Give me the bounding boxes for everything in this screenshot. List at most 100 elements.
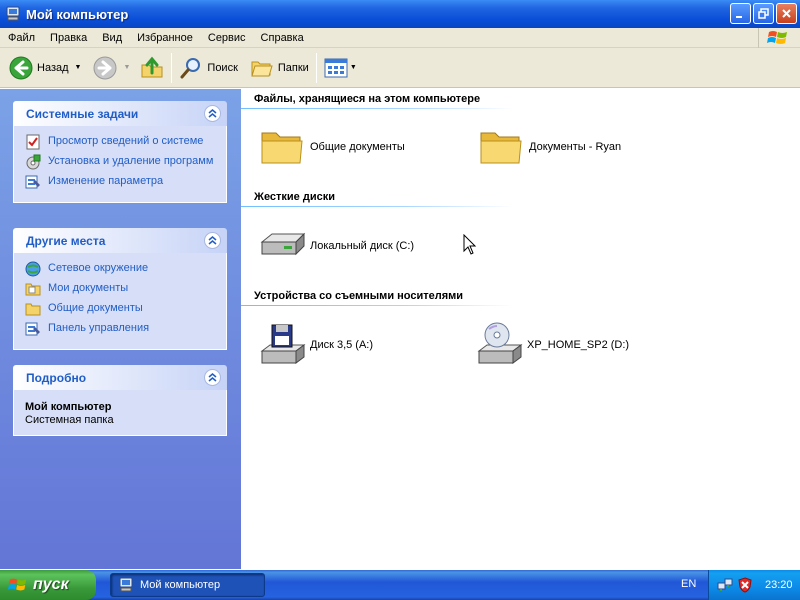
views-dropdown-icon[interactable]: ▼ <box>350 64 357 71</box>
menu-view[interactable]: Вид <box>94 32 129 44</box>
item-documents-ryan[interactable]: Документы - Ryan <box>477 123 621 171</box>
item-label: XP_HOME_SP2 (D:) <box>527 339 630 351</box>
system-tasks-title: Системные задачи <box>26 106 139 121</box>
folders-icon <box>251 61 273 76</box>
item-label: Документы - Ryan <box>529 141 622 153</box>
group-title-removable: Устройства со съемными носителями <box>254 290 464 302</box>
back-dropdown-icon[interactable]: ▼ <box>75 64 82 71</box>
system-tasks-panel: Системные задачи Просмотр сведений о сис… <box>13 101 227 203</box>
place-network[interactable]: Сетевое окружение <box>25 261 226 281</box>
other-places-body: Сетевое окружение Мои документы Общие до… <box>13 253 227 350</box>
other-places-title: Другие места <box>26 233 106 248</box>
collapse-chevron-icon[interactable] <box>204 369 221 386</box>
folder-icon <box>261 132 303 164</box>
title-bar[interactable]: Мой компьютер <box>0 0 800 28</box>
menu-favorites[interactable]: Избранное <box>129 32 200 44</box>
toolbar: Назад ▼ ▼ Поиск Папки ▼ <box>0 48 800 88</box>
system-tasks-header[interactable]: Системные задачи <box>13 101 227 126</box>
menu-edit[interactable]: Правка <box>42 32 94 44</box>
my-computer-icon <box>6 6 20 21</box>
security-shield-icon[interactable] <box>737 577 753 593</box>
floppy-drive-icon <box>260 324 306 364</box>
taskbar: пуск Мой компьютер EN 23:20 <box>0 570 800 600</box>
hard-drive-icon <box>260 232 306 256</box>
folder-icon <box>25 283 41 296</box>
place-my-documents[interactable]: Мои документы <box>25 281 226 301</box>
views-button[interactable]: ▼ <box>321 52 360 84</box>
menu-bar: Файл Правка Вид Избранное Сервис Справка <box>0 28 800 48</box>
item-cd-drive-d[interactable]: XP_HOME_SP2 (D:) <box>475 321 629 369</box>
forward-arrow-icon <box>93 56 117 79</box>
folder-icon <box>25 303 41 316</box>
details-header[interactable]: Подробно <box>13 365 227 390</box>
details-body: Мой компьютер Системная папка <box>13 390 227 436</box>
window-title: Мой компьютер <box>26 6 129 22</box>
my-computer-icon <box>119 577 133 592</box>
back-label: Назад <box>37 61 69 74</box>
mouse-cursor-icon <box>463 234 477 255</box>
place-control-panel[interactable]: Панель управления <box>25 321 226 341</box>
system-tray: 23:20 <box>708 570 800 600</box>
group-title-files: Файлы, хранящиеся на этом компьютере <box>254 93 481 105</box>
toolbar-separator <box>171 52 173 83</box>
search-icon <box>180 57 201 78</box>
task-pane: Системные задачи Просмотр сведений о сис… <box>0 89 241 569</box>
collapse-chevron-icon[interactable] <box>204 105 221 122</box>
group-divider <box>241 305 513 306</box>
up-folder-button[interactable] <box>137 52 167 84</box>
item-floppy-a[interactable]: Диск 3,5 (A:) <box>258 321 373 369</box>
details-panel: Подробно Мой компьютер Системная папка <box>13 365 227 436</box>
network-icon <box>25 261 41 277</box>
clock[interactable]: 23:20 <box>765 579 793 591</box>
back-button[interactable]: Назад ▼ <box>6 52 84 84</box>
search-button[interactable]: Поиск <box>176 52 240 84</box>
forward-dropdown-icon[interactable]: ▼ <box>123 64 130 71</box>
group-title-hard-drives: Жесткие диски <box>254 191 335 203</box>
close-icon <box>782 9 791 18</box>
details-item-type: Системная папка <box>25 414 114 426</box>
details-item-name: Мой компьютер <box>25 401 112 413</box>
collapse-chevron-icon[interactable] <box>204 232 221 249</box>
windows-logo-icon <box>8 578 27 591</box>
language-indicator[interactable]: EN <box>681 578 696 590</box>
restore-button[interactable] <box>753 3 774 24</box>
group-divider <box>241 206 513 207</box>
restore-icon <box>758 8 769 19</box>
up-folder-icon <box>141 56 163 77</box>
item-local-disk-c[interactable]: Локальный диск (C:) <box>258 222 414 270</box>
task-view-system-info[interactable]: Просмотр сведений о системе <box>25 134 226 154</box>
back-arrow-icon <box>9 56 33 79</box>
item-shared-documents[interactable]: Общие документы <box>258 123 405 171</box>
toolbar-separator <box>315 52 317 83</box>
menu-tools[interactable]: Сервис <box>200 32 253 44</box>
add-remove-programs-icon <box>26 154 41 170</box>
close-button[interactable] <box>776 3 797 24</box>
menu-file[interactable]: Файл <box>0 32 42 44</box>
search-label: Поиск <box>207 61 238 74</box>
control-panel-icon <box>25 322 40 336</box>
system-tasks-body: Просмотр сведений о системе Установка и … <box>13 126 227 203</box>
task-add-remove-programs[interactable]: Установка и удаление программ <box>25 154 226 174</box>
system-info-icon <box>26 134 40 150</box>
forward-button[interactable]: ▼ <box>90 52 133 84</box>
taskbar-window-label: Мой компьютер <box>140 579 221 591</box>
other-places-header[interactable]: Другие места <box>13 228 227 253</box>
start-label: пуск <box>33 576 69 593</box>
start-button[interactable]: пуск <box>0 570 96 600</box>
taskbar-window-my-computer[interactable]: Мой компьютер <box>110 573 265 597</box>
windows-logo-icon <box>758 28 796 48</box>
folders-label: Папки <box>277 61 309 74</box>
menu-help[interactable]: Справка <box>253 32 311 44</box>
folder-icon <box>480 132 522 164</box>
task-change-setting[interactable]: Изменение параметра <box>25 174 226 194</box>
views-icon <box>324 58 348 77</box>
folders-button[interactable]: Папки <box>247 52 312 84</box>
place-shared-documents[interactable]: Общие документы <box>25 301 226 321</box>
network-tray-icon[interactable] <box>717 577 733 593</box>
item-label: Локальный диск (C:) <box>310 240 415 252</box>
minimize-button[interactable] <box>730 3 751 24</box>
item-label: Диск 3,5 (A:) <box>310 339 374 351</box>
cd-drive-icon <box>477 322 523 364</box>
item-label: Общие документы <box>310 141 405 153</box>
group-divider <box>241 108 513 109</box>
